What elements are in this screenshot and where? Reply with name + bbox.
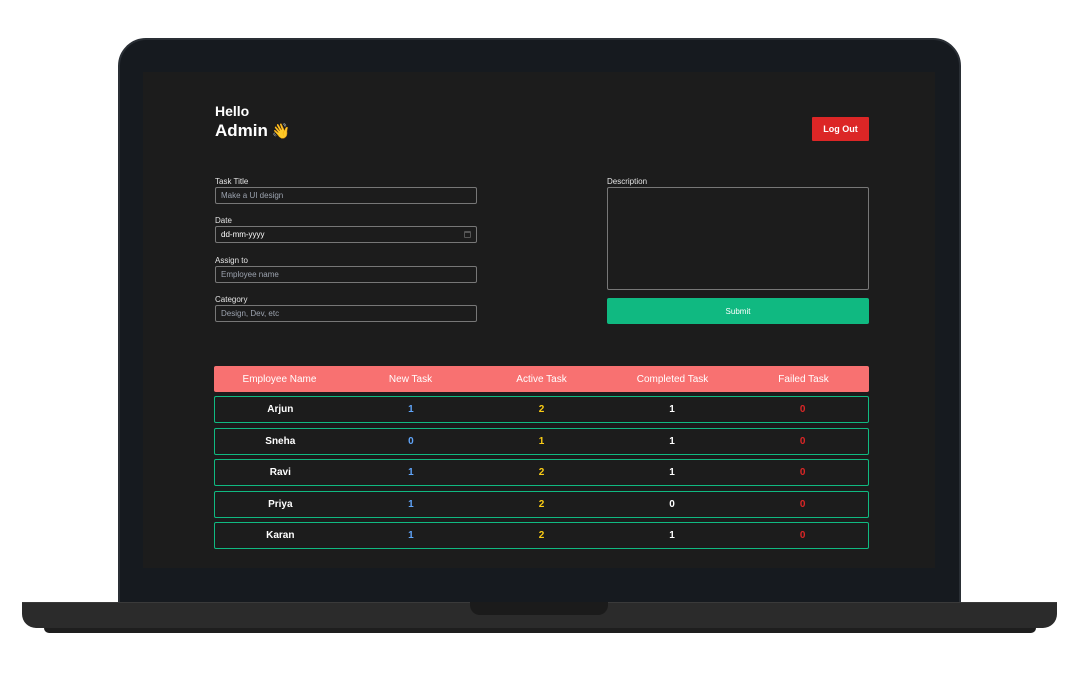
completed-task-count: 1 xyxy=(669,530,675,541)
table-row: Ravi 1 2 1 0 xyxy=(214,459,869,486)
assign-to-placeholder: Employee name xyxy=(221,270,279,279)
new-task-count: 0 xyxy=(408,436,414,447)
table-row: Arjun 1 2 1 0 xyxy=(214,396,869,423)
table-row: Karan 1 2 1 0 xyxy=(214,522,869,549)
table-header: Employee Name New Task Active Task Compl… xyxy=(214,366,869,392)
active-task-count: 1 xyxy=(538,436,545,447)
laptop-base-foot xyxy=(44,628,1036,633)
table-row: Priya 1 2 0 0 xyxy=(214,491,869,518)
description-label: Description xyxy=(607,177,648,186)
column-active-task: Active Task xyxy=(516,373,567,385)
active-task-count: 2 xyxy=(538,467,545,478)
task-title-label: Task Title xyxy=(215,177,249,186)
date-label: Date xyxy=(215,216,232,225)
logout-button[interactable]: Log Out xyxy=(812,117,869,141)
greeting-admin-name: Admin xyxy=(215,121,268,140)
active-task-count: 2 xyxy=(538,499,545,510)
calendar-icon[interactable] xyxy=(464,231,471,238)
column-employee-name: Employee Name xyxy=(242,373,317,385)
active-task-count: 2 xyxy=(538,530,545,541)
category-label: Category xyxy=(215,295,248,304)
employee-name: Karan xyxy=(266,530,295,541)
new-task-count: 1 xyxy=(408,404,414,415)
task-title-placeholder: Make a UI design xyxy=(221,191,284,200)
failed-task-count: 0 xyxy=(799,404,806,415)
laptop-mockup: Hello Admin 👋 Log Out Task Title Make a … xyxy=(0,0,1080,686)
greeting-name: Admin 👋 xyxy=(215,121,291,141)
description-textarea[interactable] xyxy=(607,187,869,290)
failed-task-count: 0 xyxy=(799,530,806,541)
assign-to-input[interactable]: Employee name xyxy=(215,266,477,283)
active-task-count: 2 xyxy=(538,404,545,415)
completed-task-count: 1 xyxy=(669,436,675,447)
column-failed-task: Failed Task xyxy=(778,373,829,385)
date-value: dd-mm-yyyy xyxy=(221,230,265,239)
failed-task-count: 0 xyxy=(799,436,806,447)
waving-hand-icon: 👋 xyxy=(271,123,291,140)
date-input[interactable]: dd-mm-yyyy xyxy=(215,226,477,243)
employee-name: Priya xyxy=(268,499,293,510)
new-task-count: 1 xyxy=(408,467,414,478)
employee-name: Arjun xyxy=(267,404,294,415)
table-row: Sneha 0 1 1 0 xyxy=(214,428,869,455)
failed-task-count: 0 xyxy=(799,467,806,478)
employee-name: Sneha xyxy=(265,436,296,447)
employee-name: Ravi xyxy=(269,467,291,478)
laptop-base-notch xyxy=(470,602,608,615)
new-task-count: 1 xyxy=(408,499,414,510)
admin-dashboard: Hello Admin 👋 Log Out Task Title Make a … xyxy=(143,72,935,568)
column-completed-task: Completed Task xyxy=(636,373,709,385)
category-placeholder: Design, Dev, etc xyxy=(221,309,280,318)
completed-task-count: 0 xyxy=(669,499,675,510)
column-new-task: New Task xyxy=(388,373,433,385)
failed-task-count: 0 xyxy=(799,499,806,510)
assign-to-label: Assign to xyxy=(215,256,248,265)
new-task-count: 1 xyxy=(408,530,414,541)
completed-task-count: 1 xyxy=(669,404,675,415)
category-input[interactable]: Design, Dev, etc xyxy=(215,305,477,322)
submit-button[interactable]: Submit xyxy=(607,298,869,324)
completed-task-count: 1 xyxy=(669,467,675,478)
greeting-hello: Hello xyxy=(215,103,250,119)
task-title-input[interactable]: Make a UI design xyxy=(215,187,477,204)
